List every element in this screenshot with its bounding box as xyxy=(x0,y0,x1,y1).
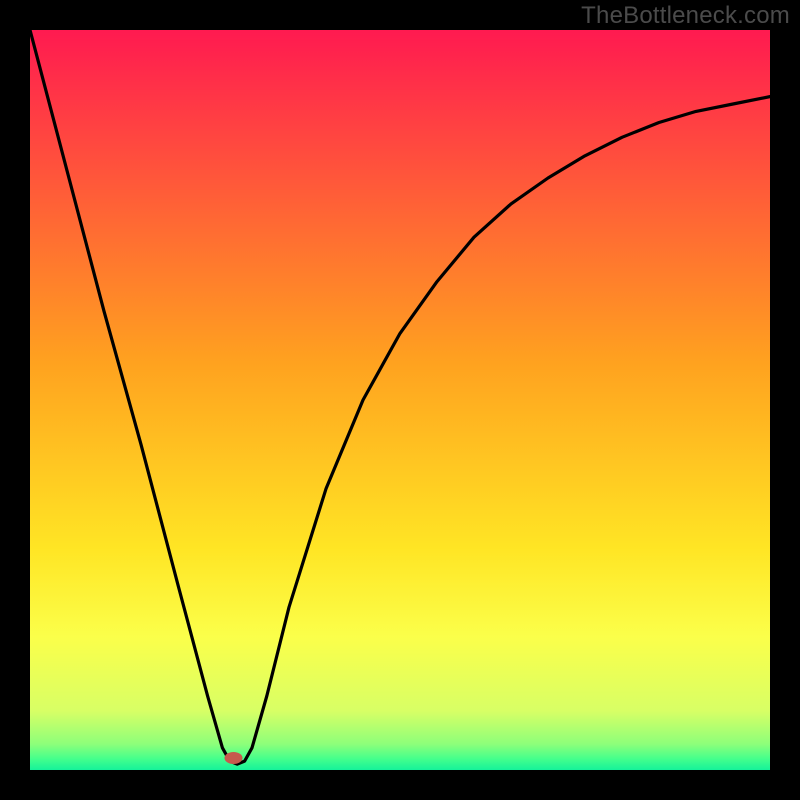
minimum-marker-icon xyxy=(225,752,243,764)
chart-frame: TheBottleneck.com xyxy=(0,0,800,800)
watermark-text: TheBottleneck.com xyxy=(581,2,790,30)
plot-area xyxy=(30,30,770,770)
gradient-background xyxy=(30,30,770,770)
chart-svg xyxy=(30,30,770,770)
